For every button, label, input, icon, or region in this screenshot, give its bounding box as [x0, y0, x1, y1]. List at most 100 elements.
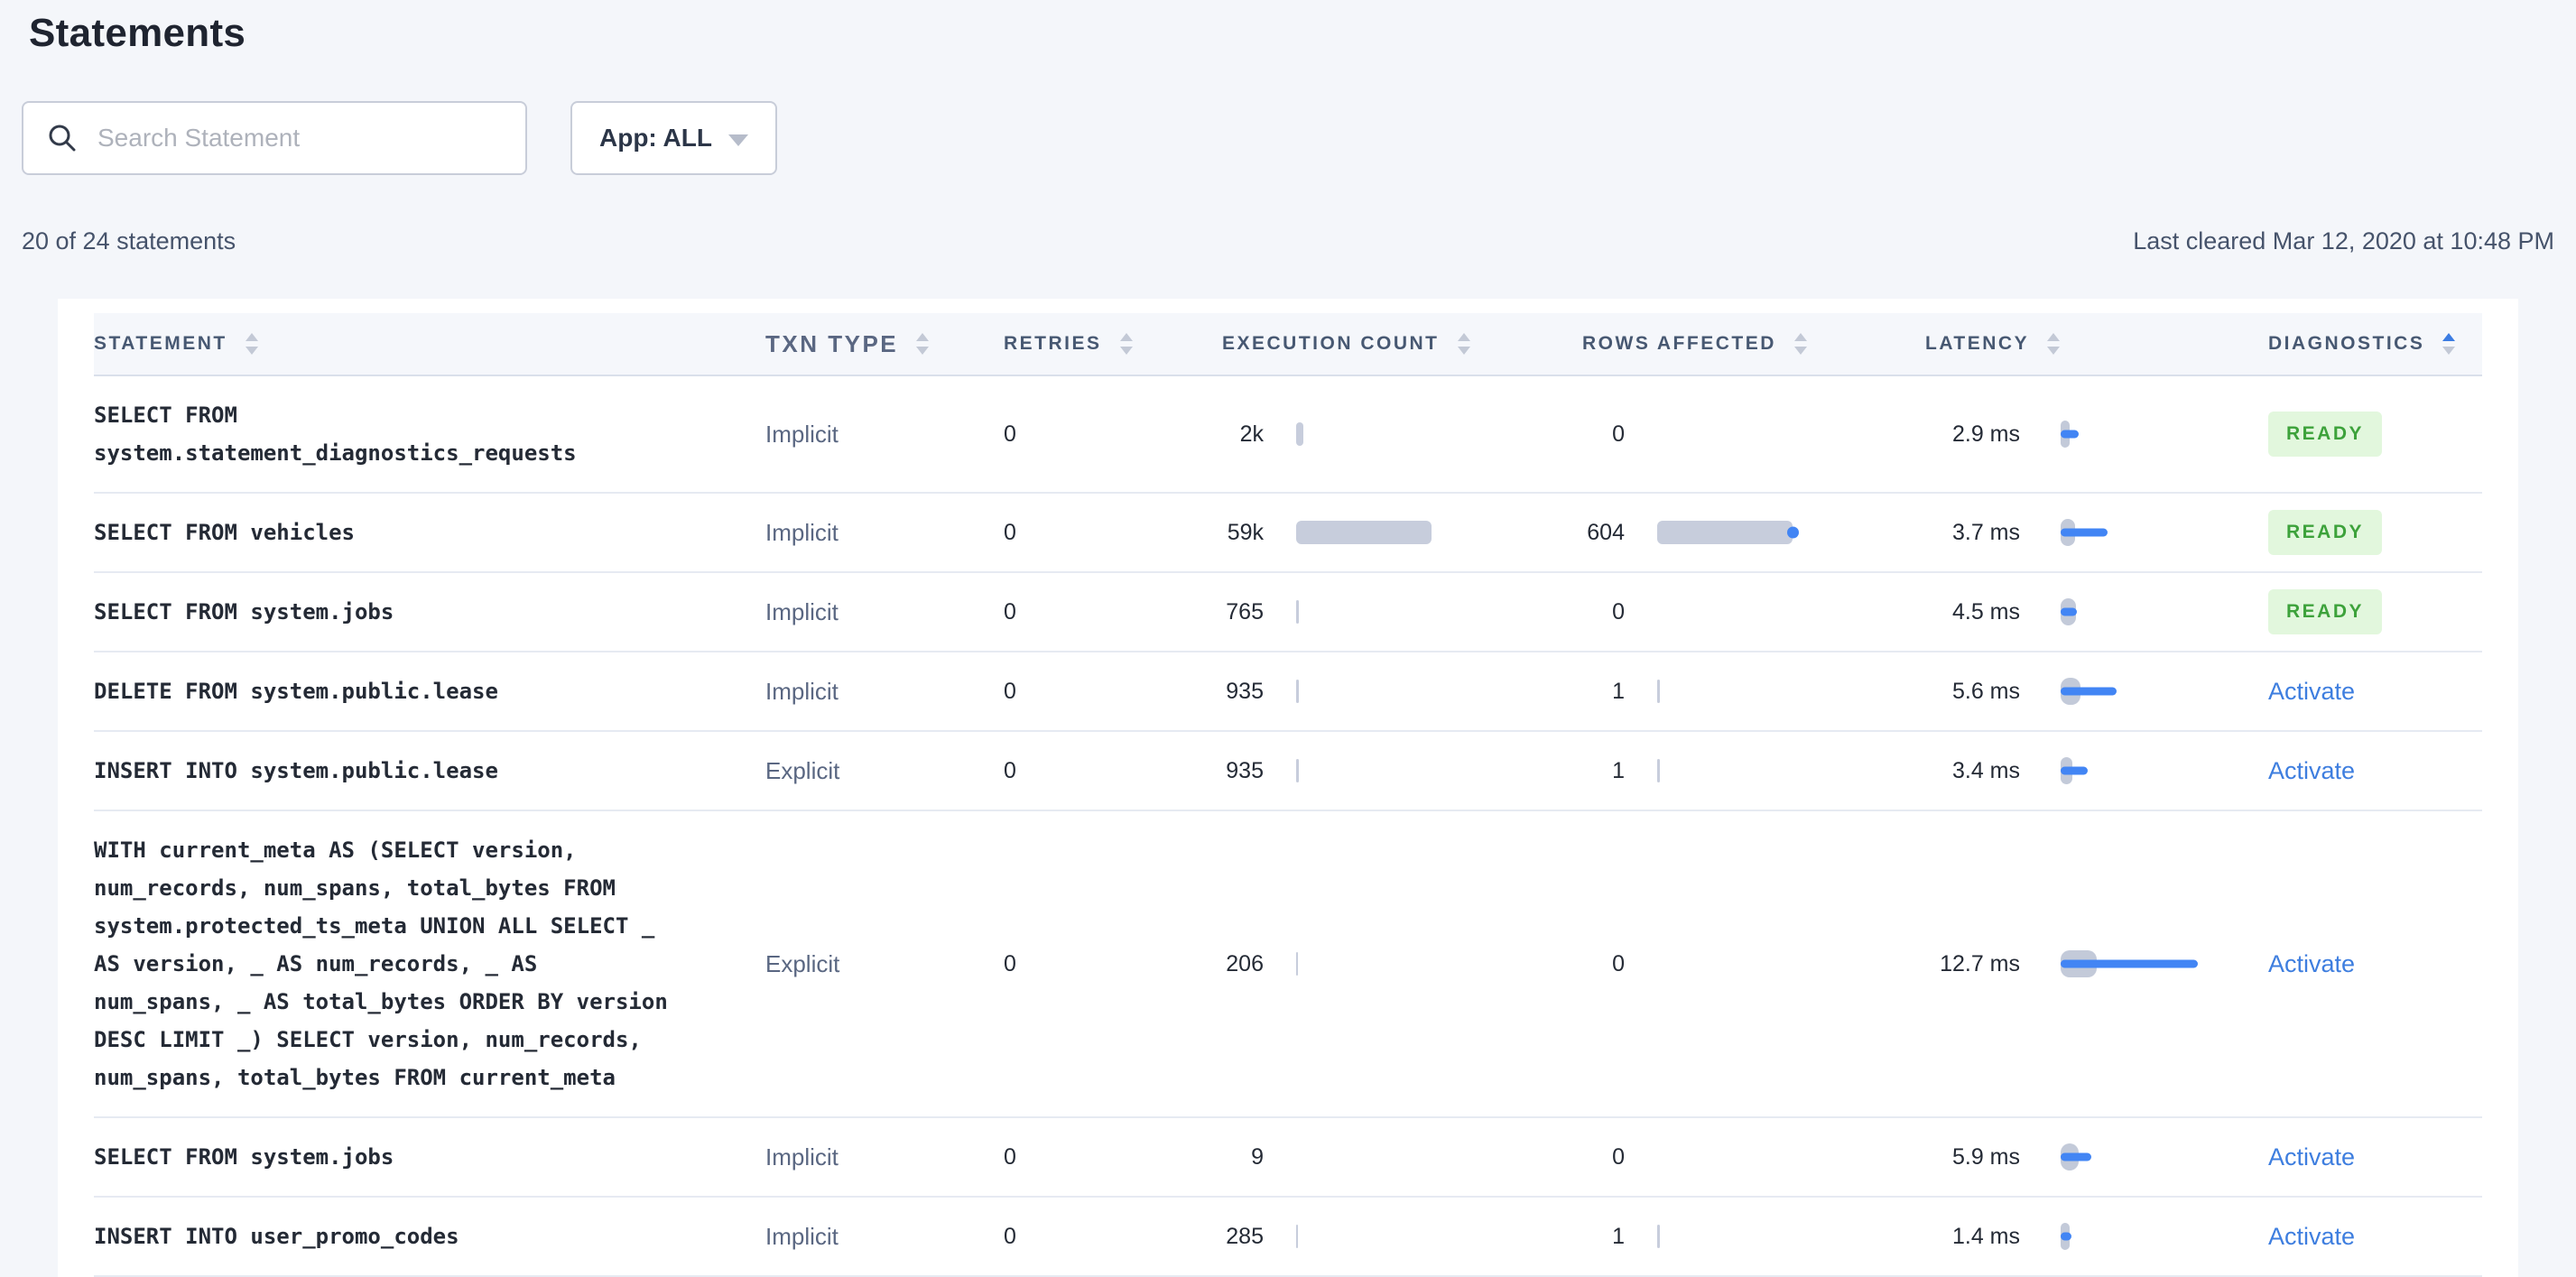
column-header-statement[interactable]: STATEMENT	[94, 333, 765, 355]
execution-count-bar	[1296, 600, 1299, 624]
execution-count-value: 206	[1226, 950, 1264, 976]
sort-up-icon	[1457, 333, 1470, 341]
sort-up-icon	[2442, 333, 2456, 341]
sort-down-icon	[2442, 347, 2456, 355]
table-row: WITH current_meta AS (SELECT version, nu…	[94, 811, 2482, 1118]
rows-affected-bar	[1657, 1225, 1660, 1248]
rows-affected-bar	[1657, 521, 1799, 544]
sort-up-icon	[245, 333, 258, 341]
execution-count-bar	[1296, 759, 1299, 782]
column-header-diagnostics[interactable]: DIAGNOSTICS	[2268, 333, 2482, 355]
latency-mean-bar	[2061, 1152, 2091, 1161]
table-row: INSERT INTO system.public.lease Explicit…	[94, 732, 2482, 811]
sort-arrows	[2047, 333, 2061, 355]
column-header-execution-count[interactable]: EXECUTION COUNT	[1164, 333, 1534, 355]
activate-diagnostics-link[interactable]: Activate	[2268, 1143, 2355, 1171]
latency-value: 3.7 ms	[1951, 519, 2020, 545]
sort-up-icon	[1119, 333, 1133, 341]
txn-type-value: Implicit	[765, 1222, 839, 1250]
rows-affected-value: 0	[1612, 421, 1625, 447]
activate-diagnostics-link[interactable]: Activate	[2268, 1223, 2355, 1250]
statements-table: STATEMENT TXN TYPE RETRIES EXECUTION COU…	[58, 299, 2518, 1277]
statement-link[interactable]: DELETE FROM system.public.lease	[94, 652, 675, 730]
diagnostics-ready-badge: READY	[2268, 589, 2383, 634]
app-filter-button[interactable]: App: ALL	[570, 101, 777, 175]
sort-down-icon	[1457, 347, 1470, 355]
latency-mean-bar	[2061, 607, 2077, 616]
latency-mean-bar	[2061, 430, 2079, 439]
table-row: INSERT INTO user_promo_codes Implicit 0 …	[94, 1198, 2482, 1277]
retries-value: 0	[1004, 1143, 1016, 1170]
table-row: SELECT FROM system.jobs Implicit 0 9 0 5…	[94, 1118, 2482, 1198]
latency-value: 12.7 ms	[1940, 950, 2020, 976]
rows-affected-value: 0	[1612, 598, 1625, 625]
execution-count-value: 765	[1226, 598, 1264, 625]
sort-arrows	[1119, 333, 1133, 355]
statement-link[interactable]: SELECT FROM system.jobs	[94, 573, 675, 651]
execution-count-value: 935	[1226, 757, 1264, 783]
diagnostics-cell: Activate	[2268, 950, 2482, 978]
sort-up-icon	[2047, 333, 2061, 341]
statement-link[interactable]: SELECT FROM system.jobs	[94, 1118, 675, 1196]
sort-arrows	[245, 333, 258, 355]
activate-diagnostics-link[interactable]: Activate	[2268, 678, 2355, 705]
txn-type-value: Implicit	[765, 420, 839, 448]
execution-count-value: 2k	[1239, 421, 1264, 447]
rows-affected-value: 1	[1612, 757, 1625, 783]
latency-bar-chart	[2061, 421, 2268, 448]
execution-count-bar	[1296, 422, 1303, 446]
activate-diagnostics-link[interactable]: Activate	[2268, 757, 2355, 784]
diagnostics-cell: READY	[2268, 510, 2482, 555]
sort-up-icon	[916, 333, 930, 341]
statement-link[interactable]: SELECT FROM system.statement_diagnostics…	[94, 376, 675, 492]
table-header-row: STATEMENT TXN TYPE RETRIES EXECUTION COU…	[94, 313, 2482, 376]
diagnostics-cell: READY	[2268, 589, 2482, 634]
latency-bar-chart	[2061, 1143, 2268, 1171]
retries-value: 0	[1004, 678, 1016, 704]
column-header-rows-affected[interactable]: ROWS AFFECTED	[1534, 333, 1895, 355]
statements-page: Statements App: ALL 20 of 24 statements …	[0, 11, 2576, 1277]
rows-affected-value: 604	[1587, 519, 1625, 545]
statement-link[interactable]: INSERT INTO system.public.lease	[94, 732, 675, 810]
statement-link[interactable]: SELECT FROM vehicles	[94, 494, 675, 571]
rows-affected-value: 0	[1612, 950, 1625, 976]
table-meta: 20 of 24 statements Last cleared Mar 12,…	[22, 227, 2554, 255]
column-header-txn-type[interactable]: TXN TYPE	[765, 330, 1004, 358]
rows-affected-value: 1	[1612, 678, 1625, 704]
column-header-retries[interactable]: RETRIES	[1004, 333, 1164, 355]
latency-bar-chart	[2061, 950, 2268, 977]
latency-bar-chart	[2061, 678, 2268, 705]
statement-count: 20 of 24 statements	[22, 227, 236, 254]
diagnostics-cell: Activate	[2268, 1143, 2482, 1171]
statement-link[interactable]: INSERT INTO user_promo_codes	[94, 1198, 675, 1275]
diagnostics-ready-badge: READY	[2268, 510, 2383, 555]
table-row: SELECT FROM system.statement_diagnostics…	[94, 376, 2482, 494]
activate-diagnostics-link[interactable]: Activate	[2268, 950, 2355, 977]
statement-link[interactable]: WITH current_meta AS (SELECT version, nu…	[94, 811, 675, 1116]
execution-count-bar	[1296, 1225, 1298, 1248]
last-cleared: Last cleared Mar 12, 2020 at 10:48 PM	[2133, 227, 2554, 254]
latency-value: 3.4 ms	[1951, 757, 2020, 783]
execution-count-value: 9	[1251, 1143, 1264, 1170]
column-header-latency[interactable]: LATENCY	[1895, 333, 2268, 355]
execution-count-bar	[1296, 680, 1299, 703]
latency-mean-bar	[2061, 766, 2088, 775]
diagnostics-cell: Activate	[2268, 757, 2482, 785]
txn-type-value: Implicit	[765, 518, 839, 546]
sort-arrows	[1457, 333, 1470, 355]
retries-value: 0	[1004, 421, 1016, 447]
rows-affected-value: 0	[1612, 1143, 1625, 1170]
toolbar: App: ALL	[22, 101, 2554, 175]
table-row: SELECT FROM vehicles Implicit 0 59k 604 …	[94, 494, 2482, 573]
search-input[interactable]	[96, 123, 502, 153]
page-title: Statements	[29, 11, 246, 55]
sort-down-icon	[1119, 347, 1133, 355]
search-box[interactable]	[22, 101, 527, 175]
txn-type-value: Implicit	[765, 677, 839, 705]
sort-down-icon	[2047, 347, 2061, 355]
latency-mean-bar	[2061, 687, 2117, 696]
latency-bar-chart	[2061, 598, 2268, 625]
latency-value: 4.5 ms	[1951, 598, 2020, 625]
latency-value: 1.4 ms	[1951, 1223, 2020, 1249]
txn-type-value: Implicit	[765, 1143, 839, 1171]
